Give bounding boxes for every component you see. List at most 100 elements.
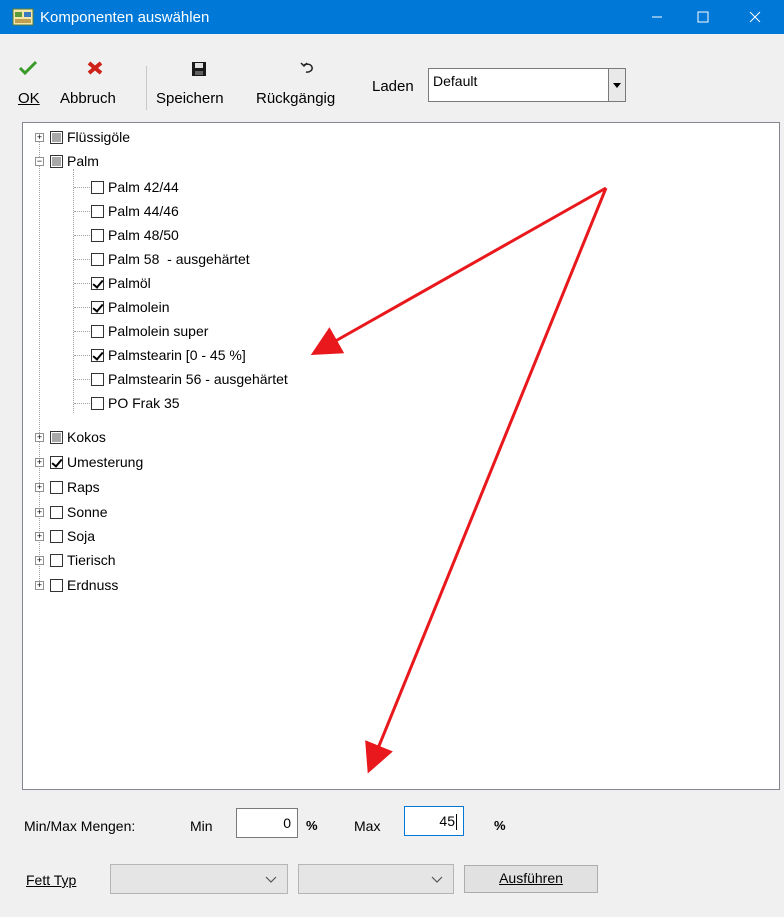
max-unit: %: [494, 818, 506, 833]
node-label: Sonne: [67, 504, 108, 520]
node-checkbox[interactable]: [91, 300, 104, 314]
undo-label: Rückgängig: [256, 90, 336, 107]
node-label: Palm 44/46: [108, 203, 179, 219]
node-label: PO Frak 35: [108, 395, 180, 411]
tree-node-palmoel[interactable]: Palmöl: [91, 271, 151, 295]
maximize-icon: [697, 11, 709, 23]
expand-plus-icon[interactable]: +: [35, 482, 44, 492]
max-input[interactable]: 45: [404, 806, 464, 836]
cancel-button[interactable]: Abbruch: [60, 58, 136, 116]
min-value: 0: [283, 815, 291, 831]
save-label: Speichern: [156, 90, 224, 107]
tree-node-palm-58[interactable]: Palm 58 - ausgehärtet: [91, 247, 250, 271]
tree-node-tierisch[interactable]: + Tierisch: [35, 548, 116, 572]
node-checkbox[interactable]: [91, 228, 104, 242]
node-label: Erdnuss: [67, 577, 119, 593]
node-label: Palmolein super: [108, 323, 209, 339]
minimize-icon: [652, 16, 662, 18]
text-cursor: [456, 814, 457, 831]
load-label: Laden: [372, 78, 414, 95]
close-button[interactable]: [726, 0, 784, 34]
expand-plus-icon[interactable]: +: [35, 555, 44, 565]
save-button[interactable]: Speichern: [156, 58, 242, 116]
tree-node-palm-42-44[interactable]: Palm 42/44: [91, 175, 179, 199]
min-input[interactable]: 0: [236, 808, 298, 838]
toolbar-separator: [146, 66, 147, 110]
expand-plus-icon[interactable]: +: [35, 457, 44, 467]
tree-node-palm[interactable]: − Palm: [35, 149, 99, 173]
collapse-minus-icon[interactable]: −: [35, 156, 44, 166]
node-checkbox[interactable]: [91, 204, 104, 218]
node-checkbox[interactable]: [50, 578, 63, 592]
node-checkbox[interactable]: [91, 276, 104, 290]
chevron-down-icon: [265, 876, 277, 883]
component-tree[interactable]: + Flüssigöle − Palm Palm 42/44 Palm 44/4…: [22, 122, 780, 790]
node-checkbox[interactable]: [91, 348, 104, 362]
fett-typ-select-1[interactable]: [110, 864, 288, 894]
minmax-label: Min/Max Mengen:: [24, 818, 136, 834]
node-label: Palm 58 - ausgehärtet: [108, 251, 250, 267]
node-checkbox[interactable]: [91, 372, 104, 386]
ausfuehren-button[interactable]: Ausführen: [464, 865, 598, 893]
expand-plus-icon[interactable]: +: [35, 507, 44, 517]
node-checkbox[interactable]: [91, 180, 104, 194]
tree-node-palmstearin-56[interactable]: Palmstearin 56 - ausgehärtet: [91, 367, 288, 391]
node-label: Palm 42/44: [108, 179, 179, 195]
node-checkbox[interactable]: [50, 505, 63, 519]
undo-icon: [300, 62, 313, 73]
fett-typ-select-2[interactable]: [298, 864, 454, 894]
max-value: 45: [439, 813, 455, 829]
node-label: Flüssigöle: [67, 129, 131, 145]
tree-node-palmolein-super[interactable]: Palmolein super: [91, 319, 208, 343]
chevron-down-icon: [431, 876, 443, 883]
expand-plus-icon[interactable]: +: [35, 432, 44, 442]
window-title: Komponenten auswählen: [40, 8, 210, 26]
node-checkbox[interactable]: [91, 396, 104, 410]
tree-palm-line: [73, 169, 74, 413]
node-label: Tierisch: [67, 552, 116, 568]
node-checkbox[interactable]: [50, 154, 63, 168]
tree-node-soja[interactable]: + Soja: [35, 524, 95, 548]
tree-node-fluessigoele[interactable]: + Flüssigöle: [35, 125, 130, 149]
expand-plus-icon[interactable]: +: [35, 531, 44, 541]
load-combobox-value: Default: [433, 73, 478, 89]
node-checkbox[interactable]: [91, 252, 104, 266]
node-label: Umesterung: [67, 454, 144, 470]
node-checkbox[interactable]: [50, 553, 63, 567]
tree-node-palmstearin[interactable]: Palmstearin [0 - 45 %]: [91, 343, 246, 367]
expand-plus-icon[interactable]: +: [35, 580, 44, 590]
ausfuehren-label: Ausführen: [499, 870, 563, 886]
node-label: Palmstearin 56 - ausgehärtet: [108, 371, 288, 387]
tree-node-po-frak-35[interactable]: PO Frak 35: [91, 391, 180, 415]
tree-node-kokos[interactable]: + Kokos: [35, 425, 106, 449]
node-checkbox[interactable]: [50, 130, 63, 144]
app-icon: [12, 8, 34, 26]
tree-node-palmolein[interactable]: Palmolein: [91, 295, 169, 319]
tree-node-erdnuss[interactable]: + Erdnuss: [35, 573, 118, 597]
load-dropdown-button[interactable]: [608, 69, 625, 101]
tree-node-sonne[interactable]: + Sonne: [35, 500, 107, 524]
ok-button[interactable]: OK: [14, 58, 48, 116]
node-label: Palmstearin [0 - 45 %]: [108, 347, 246, 363]
close-icon: [749, 11, 761, 23]
node-checkbox[interactable]: [91, 324, 104, 338]
node-checkbox[interactable]: [50, 480, 63, 494]
tree-node-palm-44-46[interactable]: Palm 44/46: [91, 199, 179, 223]
maximize-button[interactable]: [680, 0, 726, 34]
load-combobox[interactable]: Default: [428, 68, 626, 102]
tree-node-palm-48-50[interactable]: Palm 48/50: [91, 223, 179, 247]
min-label: Min: [190, 818, 213, 834]
checkmark-icon: [18, 60, 38, 76]
undo-button[interactable]: Rückgängig: [256, 58, 360, 116]
min-unit: %: [306, 818, 318, 833]
node-checkbox[interactable]: [50, 529, 63, 543]
node-label: Raps: [67, 479, 100, 495]
floppy-disk-icon: [192, 62, 206, 76]
node-checkbox[interactable]: [50, 430, 63, 444]
node-checkbox[interactable]: [50, 455, 63, 469]
tree-node-raps[interactable]: + Raps: [35, 475, 100, 499]
tree-node-umesterung[interactable]: + Umesterung: [35, 450, 143, 474]
expand-plus-icon[interactable]: +: [35, 132, 44, 142]
node-label: Palmolein: [108, 299, 170, 315]
minimize-button[interactable]: [634, 0, 680, 34]
